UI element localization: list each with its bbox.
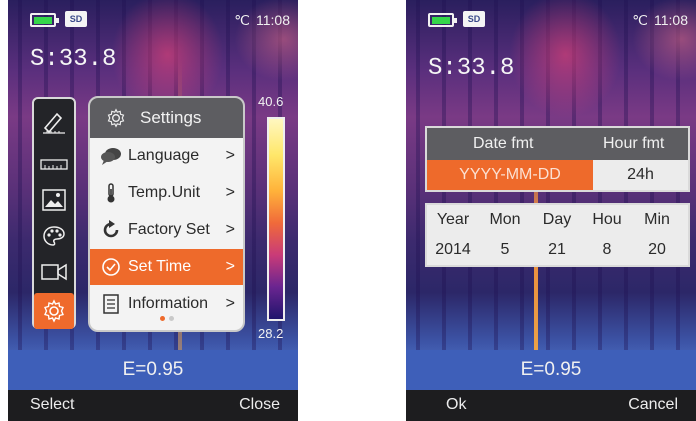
menu-item-temp-unit[interactable]: Temp.Unit > — [90, 175, 243, 211]
format-values-row: YYYY-MM-DD 24h — [427, 160, 688, 190]
status-bar: SD ℃ 11:08 — [406, 0, 696, 40]
settings-menu-title: Settings — [140, 108, 202, 127]
ruler-icon[interactable] — [39, 149, 69, 179]
tool-rail — [32, 97, 76, 329]
settings-menu-header: Settings — [90, 98, 243, 138]
battery-icon — [428, 13, 457, 27]
chevron-right-icon: > — [225, 221, 235, 238]
thermal-screen-set-time: SD ℃ 11:08 S:33.8 Date fmt Hour fmt YYYY-… — [406, 0, 696, 421]
spot-temperature: S:33.8 — [30, 46, 117, 73]
page-dot — [168, 316, 174, 321]
reset-arrow-icon — [103, 220, 119, 238]
status-bar: SD ℃ 11:08 — [8, 0, 298, 40]
clock-time: 11:08 — [256, 12, 290, 28]
palette-icon[interactable] — [39, 221, 69, 251]
time-header-year: Year — [436, 211, 470, 228]
hour-fmt-value[interactable]: 24h — [593, 160, 688, 190]
unit-and-clock: ℃ 11:08 — [632, 12, 688, 29]
color-scale-bar — [267, 117, 285, 321]
time-header-day: Day — [542, 211, 572, 228]
hour-fmt-header: Hour fmt — [603, 135, 665, 152]
softkey-bar: Ok Cancel — [406, 390, 696, 421]
date-fmt-header: Date fmt — [473, 135, 534, 152]
emissivity-bar: E=0.95 — [8, 350, 298, 390]
menu-item-label: Language — [128, 147, 200, 164]
sd-card-badge: SD — [463, 11, 485, 27]
chevron-right-icon: > — [225, 147, 235, 164]
thermal-screen-settings: SD ℃ 11:08 S:33.8 Settings Language > Te… — [8, 0, 298, 421]
gear-icon — [44, 299, 64, 323]
date-fmt-value[interactable]: YYYY-MM-DD — [427, 160, 593, 190]
time-header-hour: Hou — [592, 211, 622, 228]
menu-item-label: Temp.Unit — [128, 184, 201, 201]
time-value-min[interactable]: 20 — [637, 241, 677, 259]
settings-gear-tab[interactable] — [34, 293, 74, 329]
emissivity-bar: E=0.95 — [406, 350, 696, 390]
time-value-mon[interactable]: 5 — [485, 241, 525, 259]
video-camera-icon[interactable] — [39, 257, 69, 287]
measure-pencil-icon[interactable] — [39, 107, 69, 137]
temp-unit-label: ℃ — [632, 12, 648, 28]
time-value-day[interactable]: 21 — [537, 241, 577, 259]
clock-icon — [102, 258, 120, 276]
chevron-right-icon: > — [225, 184, 235, 201]
format-panel: Date fmt Hour fmt YYYY-MM-DD 24h — [425, 126, 690, 192]
menu-item-language[interactable]: Language > — [90, 138, 243, 174]
temp-unit-label: ℃ — [234, 12, 250, 28]
image-gallery-icon[interactable] — [39, 185, 69, 215]
speech-bubble-icon — [101, 148, 121, 165]
unit-and-clock: ℃ 11:08 — [234, 12, 290, 29]
scale-max-temp: 40.6 — [258, 94, 284, 109]
spot-temperature: S:33.8 — [428, 55, 515, 82]
time-panel: Year Mon Day Hou Min 2014 5 21 8 20 — [425, 203, 690, 267]
sd-card-badge: SD — [65, 11, 87, 27]
scale-min-temp: 28.2 — [258, 326, 284, 341]
page-dot-active — [159, 316, 165, 321]
menu-item-label: Factory Set — [128, 221, 210, 238]
clock-time: 11:08 — [654, 12, 688, 28]
time-value-row: 2014 5 21 8 20 — [427, 235, 688, 265]
page-indicator — [90, 316, 243, 321]
battery-icon — [30, 13, 59, 27]
close-softkey[interactable]: Close — [239, 396, 280, 414]
ok-softkey[interactable]: Ok — [446, 396, 466, 414]
time-header-row: Year Mon Day Hou Min — [427, 205, 688, 235]
settings-menu: Settings Language > Temp.Unit > Factory … — [88, 96, 245, 332]
softkey-bar: Select Close — [8, 390, 298, 421]
document-icon — [103, 294, 119, 314]
time-header-mon: Mon — [489, 211, 521, 228]
gear-icon — [107, 108, 125, 128]
menu-item-set-time[interactable]: Set Time > — [90, 249, 243, 285]
menu-item-factory-set[interactable]: Factory Set > — [90, 212, 243, 248]
format-headers: Date fmt Hour fmt — [427, 128, 688, 160]
menu-item-label: Set Time — [128, 258, 192, 275]
time-value-year[interactable]: 2014 — [433, 241, 473, 259]
thermometer-icon — [107, 183, 115, 203]
select-softkey[interactable]: Select — [30, 396, 74, 414]
time-header-min: Min — [644, 211, 670, 228]
cancel-softkey[interactable]: Cancel — [628, 396, 678, 414]
time-value-hour[interactable]: 8 — [587, 241, 627, 259]
chevron-right-icon: > — [225, 258, 235, 275]
